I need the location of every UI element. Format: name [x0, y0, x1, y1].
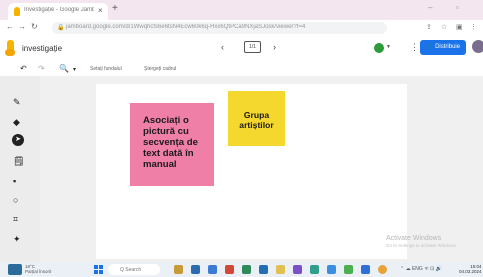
new-tab-button[interactable]: +	[112, 3, 118, 14]
system-tray[interactable]: ⌃ ☁ ENG ᯤ ⊡ 🔊	[400, 266, 442, 272]
taskbar-app-icon[interactable]	[174, 265, 183, 274]
taskbar-app-icon[interactable]	[310, 265, 319, 274]
sticky-note-text: Grupa artiștilor	[239, 110, 274, 130]
laser-icon[interactable]: ✦	[13, 234, 21, 245]
taskbar-app-icon[interactable]	[361, 265, 370, 274]
taskbar-app-icon[interactable]	[225, 265, 234, 274]
watermark-title: Activate Windows	[386, 235, 442, 242]
distribute-button[interactable]: 👤 Distribuie	[420, 40, 466, 55]
eraser-icon[interactable]: ◆	[13, 117, 20, 128]
clock-date: 04.03.2024	[459, 269, 482, 274]
document-title[interactable]: investigație	[22, 44, 62, 53]
taskbar-app-icon[interactable]	[208, 265, 217, 274]
sidebar-icon[interactable]: ▣	[456, 23, 463, 31]
frame-indicator[interactable]: 1/1	[244, 41, 261, 53]
address-bar[interactable]: 🔒 jamboard.google.com/d/1Wwqhcfs6e6tsN4E…	[52, 22, 387, 34]
watermark-subtitle: Go to Settings to activate Windows.	[386, 243, 458, 248]
taskbar-clock[interactable]: 15:04 04.03.2024	[459, 264, 482, 274]
next-frame-button[interactable]: ›	[273, 42, 276, 52]
undo-icon[interactable]: ↶	[20, 64, 27, 73]
select-pointer-icon[interactable]: ➤	[12, 134, 24, 146]
back-icon[interactable]: ←	[6, 22, 14, 31]
browser-address-row: ← → ↻ 🔒 jamboard.google.com/d/1Wwqhcfs6e…	[0, 20, 483, 36]
weather-desc: Parțial însorit	[25, 269, 52, 274]
chevron-down-icon[interactable]: ▼	[386, 44, 391, 50]
collaborator-avatar[interactable]	[374, 43, 384, 53]
taskbar-app-icon[interactable]	[293, 265, 302, 274]
clear-frame-button[interactable]: Ștergeți cadrul	[144, 66, 176, 72]
browser-tab[interactable]: Investigație - Google Jamboard ×	[8, 3, 108, 20]
lock-icon: 🔒	[57, 25, 65, 31]
weather-icon[interactable]	[8, 264, 22, 275]
windows-start-icon[interactable]	[94, 265, 103, 274]
previous-frame-button[interactable]: ‹	[221, 42, 224, 52]
more-options-icon[interactable]: ⋮	[410, 42, 419, 53]
taskbar-app-icon[interactable]	[276, 265, 285, 274]
jamboard-logo-icon[interactable]	[5, 40, 15, 58]
address-url: jamboard.google.com/d/1Wwqhcfs6e6tsN4Ecw…	[66, 24, 306, 30]
pen-icon[interactable]: ✎	[13, 97, 21, 108]
taskbar-app-icon[interactable]	[344, 265, 353, 274]
tab-title: Investigație - Google Jamboard	[24, 7, 94, 13]
shape-circle-icon[interactable]: ○	[13, 195, 18, 205]
person-icon: 👤	[425, 44, 434, 50]
activate-windows-watermark: Activate Windows Go to Settings to activ…	[386, 235, 457, 248]
sticky-note-text: Asociați o pictură cu secvența de text d…	[143, 115, 198, 170]
distribute-label: Distribuie	[435, 44, 461, 50]
profile-avatar[interactable]	[472, 40, 483, 53]
toolbar: ↶ ↷ 🔍 ▾ Setați fundalul Ștergeți cadrul	[0, 62, 483, 76]
sticky-note-icon[interactable]: 🗒	[13, 156, 24, 167]
redo-icon[interactable]: ↷	[38, 64, 45, 73]
taskbar-search[interactable]: Q Search	[108, 264, 160, 275]
weather-widget[interactable]: 18°C Parțial însorit	[25, 264, 51, 274]
text-box-icon[interactable]: ⌗	[13, 214, 18, 225]
set-background-button[interactable]: Setați fundalul	[90, 66, 122, 72]
jamboard-favicon-icon	[14, 7, 20, 16]
taskbar-app-icon[interactable]	[242, 265, 251, 274]
image-icon[interactable]: ▪	[13, 176, 16, 186]
sticky-note-yellow[interactable]: Grupa artiștilor	[228, 91, 285, 146]
taskbar-app-icon[interactable]	[327, 265, 336, 274]
browser-menu-icon[interactable]: ⋮	[470, 23, 477, 31]
tool-rail: ✎ ◆ ➤ 🗒 ▪ ○ ⌗ ✦	[0, 76, 40, 262]
taskbar-app-icon[interactable]	[259, 265, 268, 274]
bookmark-star-icon[interactable]: ☆	[441, 23, 447, 31]
sticky-note-pink[interactable]: Asociați o pictură cu secvența de text d…	[130, 103, 214, 186]
zoom-dropdown-icon[interactable]: ▾	[73, 66, 76, 73]
windows-taskbar: 18°C Parțial însorit Q Search ⌃ ☁ ENG ᯤ …	[0, 262, 483, 277]
browser-tab-strip: Investigație - Google Jamboard × + – ▫	[0, 0, 483, 20]
chrome-icon[interactable]	[378, 265, 387, 274]
minimize-button[interactable]: –	[428, 3, 432, 12]
tab-close-button[interactable]: ×	[98, 6, 103, 15]
forward-icon[interactable]: →	[18, 22, 26, 31]
search-label: Q Search	[120, 267, 142, 273]
reload-icon[interactable]: ↻	[31, 22, 38, 31]
taskbar-app-icon[interactable]	[191, 265, 200, 274]
zoom-icon[interactable]: 🔍	[59, 64, 69, 73]
maximize-button[interactable]: ▫	[456, 3, 459, 12]
share-icon[interactable]: ⇪	[426, 23, 432, 31]
app-header: investigație ‹ 1/1 › ▼ ⋮ 👤 Distribuie	[0, 36, 483, 62]
